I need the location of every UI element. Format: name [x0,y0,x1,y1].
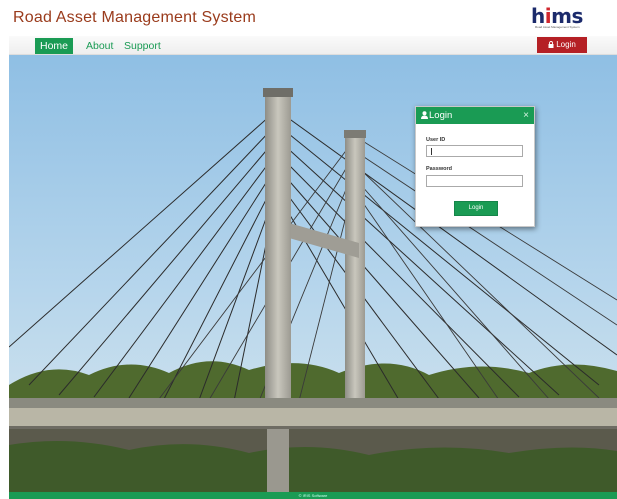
close-icon[interactable]: × [523,107,529,124]
nav-home[interactable]: Home [35,38,74,54]
user-id-label: User ID [426,137,446,143]
login-button[interactable]: Login [537,37,587,53]
footer-bar: © IRIS Software [9,492,617,499]
nav-support[interactable]: Support [119,38,166,54]
lock-icon [548,41,554,48]
app-title: Road Asset Management System [13,9,257,26]
login-submit-button[interactable]: Login [454,201,498,216]
hims-logo[interactable]: hims Road Asset Management System [531,4,583,30]
text-cursor [431,148,432,155]
logo-subtitle: Road Asset Management System [535,25,580,29]
password-field[interactable] [426,175,523,187]
login-dialog-title: Login [429,110,453,121]
login-dialog: Login × User ID Password Login [415,106,535,227]
header-bar: Road Asset Management System hims Road A… [0,0,617,36]
password-label: Password [426,166,452,172]
login-button-label: Login [556,40,576,49]
user-icon [421,111,428,119]
main-nav: Home About Support Login [9,36,617,55]
nav-about[interactable]: About [81,38,118,54]
user-id-field[interactable] [426,145,523,157]
login-dialog-header: Login × [416,107,534,124]
